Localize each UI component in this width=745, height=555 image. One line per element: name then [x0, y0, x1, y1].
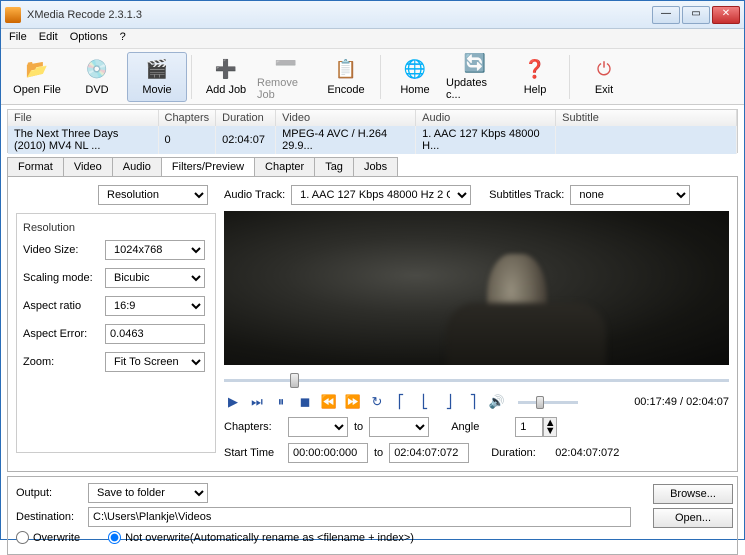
subtitle-track-label: Subtitles Track: [489, 189, 564, 201]
encode-icon: 📋 [334, 58, 358, 82]
window-title: XMedia Recode 2.3.1.3 [27, 9, 652, 21]
mark-end-icon[interactable]: ⎦ [440, 393, 458, 411]
remove-job-button: ➖Remove Job [256, 52, 316, 102]
minus-icon: ➖ [274, 53, 298, 75]
resolution-heading: Resolution [23, 222, 209, 234]
mark-start-icon[interactable]: ⎣ [416, 393, 434, 411]
timecode: 00:17:49 / 02:04:07 [634, 396, 729, 408]
movie-icon: 🎬 [145, 58, 169, 82]
audio-track-label: Audio Track: [224, 189, 285, 201]
open-file-button[interactable]: 📂Open File [7, 52, 67, 102]
globe-icon: 🌐 [403, 58, 427, 82]
col-video[interactable]: Video [276, 110, 416, 126]
tab-filters-preview[interactable]: Filters/Preview [161, 157, 255, 176]
home-button[interactable]: 🌐Home [385, 52, 445, 102]
video-size-select[interactable]: 1024x768 [105, 240, 205, 260]
aspect-error-input[interactable] [105, 324, 205, 344]
chapter-from-select[interactable] [288, 417, 348, 437]
menu-file[interactable]: File [9, 31, 27, 46]
fast-forward-icon[interactable]: ⏩ [344, 393, 362, 411]
disc-icon: 💿 [85, 58, 109, 82]
mode-select[interactable]: Resolution [98, 185, 208, 205]
angle-spinner[interactable]: ▲▼ [515, 417, 557, 437]
encode-button[interactable]: 📋Encode [316, 52, 376, 102]
minimize-button[interactable]: — [652, 6, 680, 24]
table-row[interactable]: The Next Three Days (2010) MV4 NL ... 0 … [8, 126, 737, 154]
loop-icon[interactable]: ↻ [368, 393, 386, 411]
output-mode-select[interactable]: Save to folder [88, 483, 208, 503]
stop-icon[interactable]: ◼ [296, 393, 314, 411]
dvd-button[interactable]: 💿DVD [67, 52, 127, 102]
zoom-select[interactable]: Fit To Screen [105, 352, 205, 372]
plus-icon: ➕ [214, 58, 238, 82]
col-duration[interactable]: Duration [216, 110, 276, 126]
tab-jobs[interactable]: Jobs [353, 157, 398, 176]
open-button[interactable]: Open... [653, 508, 733, 528]
mark-out-icon[interactable]: ⎤ [464, 393, 482, 411]
chapter-to-select[interactable] [369, 417, 429, 437]
toolbar-separator [569, 55, 570, 99]
toolbar-separator [191, 55, 192, 99]
toolbar-separator [380, 55, 381, 99]
scaling-mode-select[interactable]: Bicubic [105, 268, 205, 288]
menu-options[interactable]: Options [70, 31, 108, 46]
menu-help[interactable]: ? [120, 31, 126, 46]
col-chapters[interactable]: Chapters [158, 110, 216, 126]
duration-value: 02:04:07:072 [555, 447, 619, 459]
exit-button[interactable]: ⏻Exit [574, 52, 634, 102]
tab-chapter[interactable]: Chapter [254, 157, 315, 176]
help-button[interactable]: ❓Help [505, 52, 565, 102]
volume-slider[interactable] [518, 401, 578, 404]
movie-button[interactable]: 🎬Movie [127, 52, 187, 102]
col-audio[interactable]: Audio [416, 110, 556, 126]
app-icon [5, 7, 21, 23]
menu-edit[interactable]: Edit [39, 31, 58, 46]
aspect-ratio-select[interactable]: 16:9 [105, 296, 205, 316]
video-preview[interactable] [224, 211, 729, 365]
col-subtitle[interactable]: Subtitle [556, 110, 737, 126]
close-button[interactable]: ✕ [712, 6, 740, 24]
end-time-input[interactable] [389, 443, 469, 463]
step-forward-icon[interactable]: ⏭ [248, 393, 266, 411]
add-job-button[interactable]: ➕Add Job [196, 52, 256, 102]
tab-audio[interactable]: Audio [112, 157, 162, 176]
start-time-input[interactable] [288, 443, 368, 463]
col-file[interactable]: File [8, 110, 158, 126]
tab-video[interactable]: Video [63, 157, 113, 176]
pause-icon[interactable]: ⏸ [272, 393, 290, 411]
browse-button[interactable]: Browse... [653, 484, 733, 504]
volume-icon[interactable]: 🔊 [488, 393, 506, 411]
mark-in-icon[interactable]: ⎡ [392, 393, 410, 411]
tab-tag[interactable]: Tag [314, 157, 354, 176]
overwrite-radio[interactable]: Overwrite [16, 531, 80, 544]
tab-format[interactable]: Format [7, 157, 64, 176]
help-icon: ❓ [523, 58, 547, 82]
exit-icon: ⏻ [592, 58, 616, 82]
audio-track-select[interactable]: 1. AAC 127 Kbps 48000 Hz 2 Channe [291, 185, 471, 205]
subtitle-track-select[interactable]: none [570, 185, 690, 205]
file-grid[interactable]: File Chapters Duration Video Audio Subti… [7, 109, 738, 153]
refresh-icon: 🔄 [463, 53, 487, 75]
maximize-button[interactable]: ▭ [682, 6, 710, 24]
rewind-icon[interactable]: ⏪ [320, 393, 338, 411]
scrub-slider[interactable] [224, 371, 729, 389]
not-overwrite-radio[interactable]: Not overwrite(Automatically rename as <f… [108, 531, 414, 544]
updates-button[interactable]: 🔄Updates c... [445, 52, 505, 102]
destination-input[interactable] [88, 507, 631, 527]
folder-icon: 📂 [25, 58, 49, 82]
play-icon[interactable]: ▶ [224, 393, 242, 411]
